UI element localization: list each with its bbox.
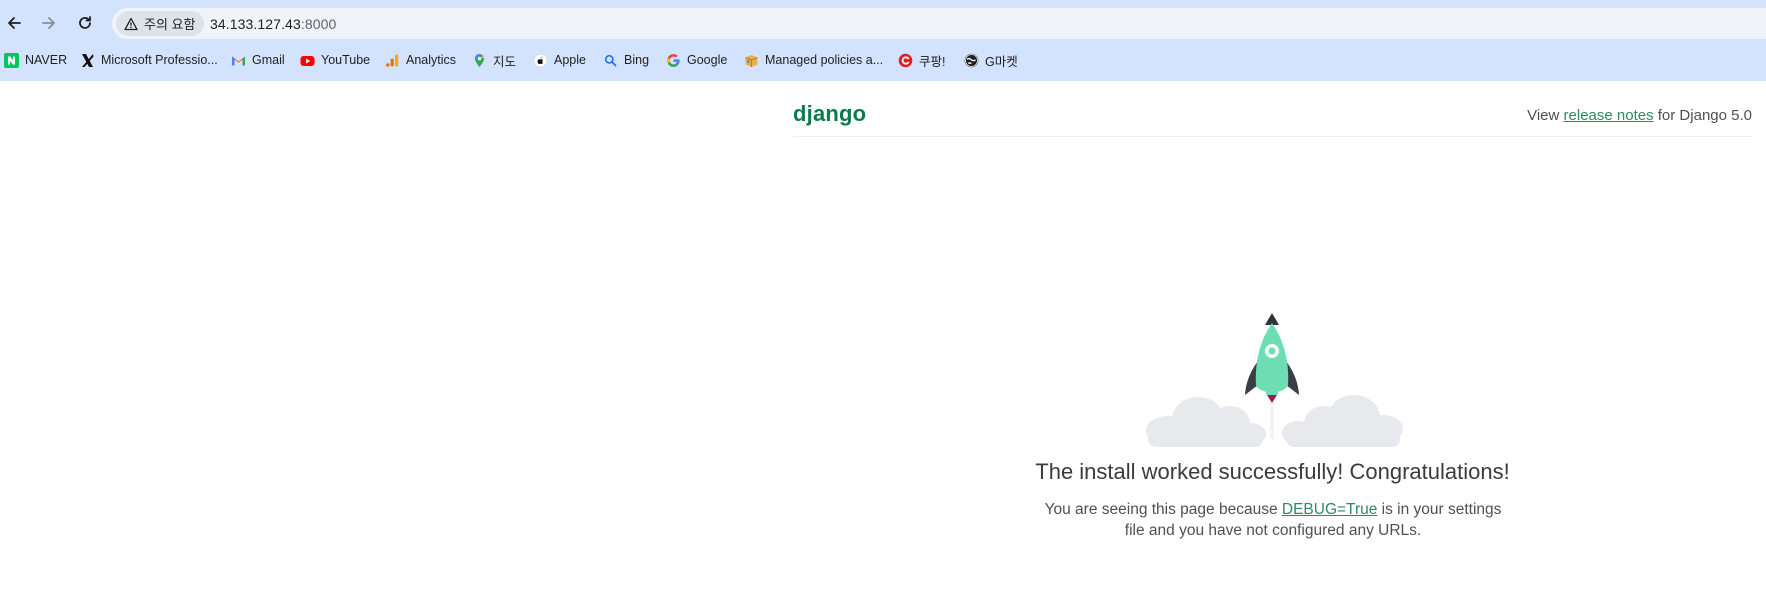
bookmark-maps[interactable]: 지도 [472, 50, 516, 70]
bookmark-naver[interactable]: NAVER [4, 50, 67, 70]
google-icon [666, 53, 681, 68]
url-port: :8000 [300, 16, 337, 32]
cloud-right [1282, 395, 1403, 447]
bookmark-label: G마켓 [985, 54, 1018, 69]
url-host: 34.133.127.43 [210, 16, 301, 32]
back-button[interactable] [1, 10, 27, 36]
page-content: django View release notes for Django 5.0 [0, 81, 1766, 616]
bookmark-label: Managed policies a... [765, 53, 884, 67]
arrow-left-icon [8, 17, 21, 29]
cloud-left [1146, 397, 1266, 447]
bookmark-label: 지도 [493, 54, 517, 69]
maps-icon [472, 53, 487, 68]
bookmark-managed-policies[interactable]: Managed policies a... [744, 50, 883, 70]
bookmark-google[interactable]: Google [666, 50, 727, 70]
bookmark-label: 쿠팡! [919, 54, 946, 69]
release-suffix: for Django 5.0 [1653, 107, 1752, 124]
arrow-right-icon [42, 17, 55, 29]
bookmark-label: Microsoft Professio... [101, 53, 218, 67]
address-bar[interactable]: 주의 요함 34.133.127.43:8000 [112, 8, 1766, 39]
warning-triangle-icon [124, 17, 138, 30]
naver-icon [4, 52, 19, 68]
bookmark-gmail[interactable]: Gmail [231, 50, 285, 70]
rocket-illustration [1138, 309, 1408, 449]
bookmark-gmarket[interactable]: G마켓 [964, 50, 1018, 70]
bookmark-label: Bing [624, 53, 650, 67]
search-icon [603, 53, 618, 68]
bookmark-label: Analytics [406, 53, 457, 67]
browser-toolbar: 주의 요함 34.133.127.43:8000 [0, 6, 1766, 40]
apple-icon [533, 53, 548, 68]
debug-explanation: You are seeing this page because DEBUG=T… [1040, 499, 1506, 541]
security-chip[interactable]: 주의 요함 [116, 11, 205, 36]
youtube-icon [300, 53, 315, 68]
bookmark-microsoft[interactable]: Microsoft Professio... [80, 50, 218, 70]
bookmark-label: Gmail [252, 53, 285, 67]
bookmark-apple[interactable]: Apple [533, 50, 586, 70]
gmail-icon [231, 53, 246, 68]
bookmark-youtube[interactable]: YouTube [300, 50, 370, 70]
rocket-flame [1267, 395, 1277, 403]
bookmark-label: Google [687, 53, 728, 67]
django-header: django View release notes for Django 5.0 [793, 81, 1752, 137]
bookmark-label: NAVER [25, 53, 68, 67]
debug-prefix: You are seeing this page because [1044, 501, 1282, 518]
install-success-heading: The install worked successfully! Congrat… [1035, 459, 1510, 484]
django-logo[interactable]: django [793, 101, 866, 127]
gmarket-icon [964, 53, 979, 68]
forward-button[interactable] [36, 10, 62, 36]
bookmark-analytics[interactable]: Analytics [385, 50, 456, 70]
bookmark-label: YouTube [321, 53, 371, 67]
package-icon [744, 53, 759, 68]
bookmark-bing[interactable]: Bing [603, 50, 649, 70]
release-notes-link[interactable]: release notes [1564, 107, 1654, 124]
browser-chrome: 주의 요함 34.133.127.43:8000 NAVER Microsoft… [0, 0, 1766, 81]
security-chip-label: 주의 요함 [144, 17, 196, 32]
analytics-icon [385, 53, 400, 68]
microsoft-x-icon [80, 53, 95, 68]
bookmark-coupang[interactable]: 쿠팡! [898, 50, 945, 70]
reload-button[interactable] [72, 10, 98, 36]
release-notes-line: View release notes for Django 5.0 [1527, 107, 1752, 124]
release-prefix: View [1527, 107, 1564, 124]
coupang-icon [898, 53, 913, 68]
url-text[interactable]: 34.133.127.43:8000 [210, 16, 336, 32]
bookmarks-bar: NAVER Microsoft Professio... Gmail YouTu… [0, 48, 1766, 72]
bookmark-label: Apple [554, 53, 586, 67]
reload-icon [79, 16, 91, 29]
debug-true-link[interactable]: DEBUG=True [1282, 501, 1377, 518]
